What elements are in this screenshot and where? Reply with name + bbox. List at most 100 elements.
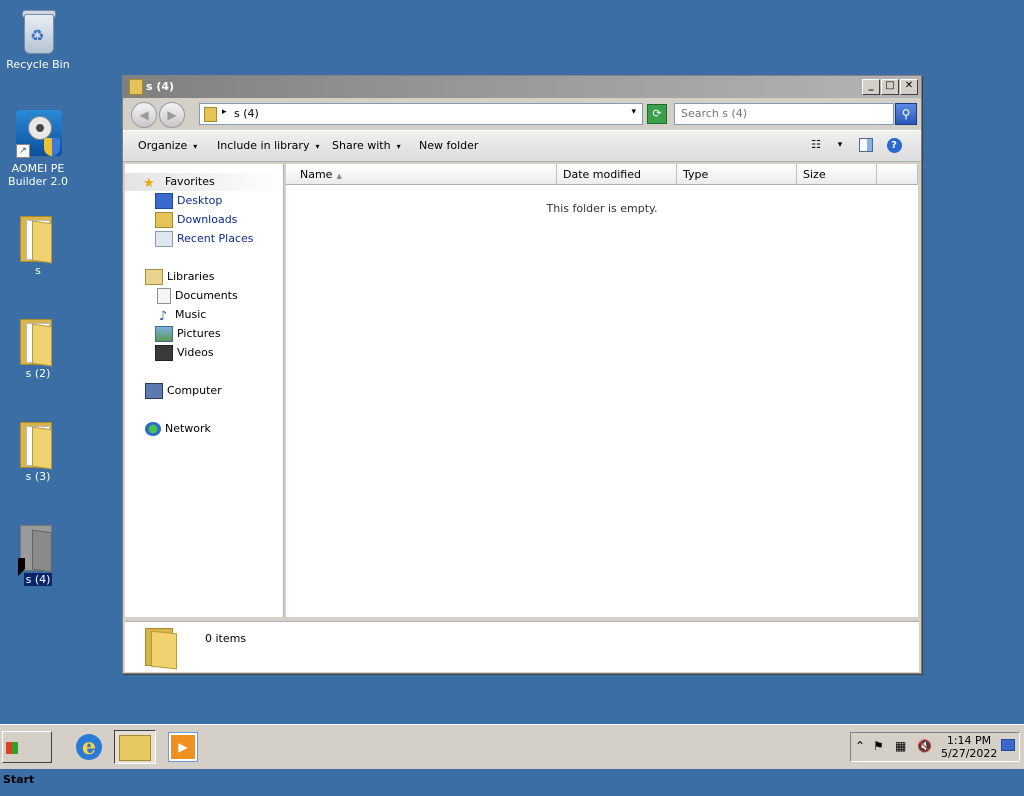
show-desktop-icon[interactable] [1001,739,1015,754]
search-box[interactable] [674,103,894,125]
nav-label: Computer [167,384,222,397]
desktop-icon-folder-s-2[interactable]: s (2) [0,315,76,380]
column-header-name[interactable]: Name ▲ [286,164,557,185]
folder-icon [14,212,62,264]
sort-ascending-icon: ▲ [336,172,342,180]
back-button[interactable]: ◀ [131,102,157,128]
desktop-icon-aomei-pe-builder[interactable]: ↗ AOMEI PE Builder 2.0 [0,110,76,188]
internet-explorer-icon: e [76,734,102,760]
maximize-button[interactable]: □ [881,79,899,95]
search-input[interactable] [675,104,887,122]
organize-label: Organize [138,139,188,152]
file-list: Name ▲ Date modified Type Size This folde… [286,164,918,617]
desktop-icon-folder-s-4[interactable]: s (4) [0,521,76,586]
windows-logo-icon [6,742,18,754]
address-dropdown-icon[interactable]: ▾ [631,107,636,117]
chevron-down-icon: ▾ [396,142,401,151]
desktop-icon-label: Recycle Bin [6,58,70,71]
documents-icon [157,288,171,304]
folder-icon [129,79,143,95]
breadcrumb-item[interactable]: s (4) [234,107,259,120]
nav-label: Favorites [165,175,215,188]
music-icon: ♪ [158,309,168,324]
nav-label: Desktop [177,194,223,207]
nav-libraries[interactable]: Libraries [145,268,215,286]
internet-explorer-button[interactable]: e [68,730,110,764]
nav-favorites[interactable]: ★ Favorites [125,173,283,191]
breadcrumb-separator-icon[interactable]: ▸ [222,107,227,117]
minimize-button[interactable]: _ [862,79,880,95]
navigation-pane: ★ Favorites Desktop Downloads Recent Plac… [125,164,284,617]
desktop-icon-recycle-bin[interactable]: ♻ Recycle Bin [0,6,76,71]
nav-computer[interactable]: Computer [145,382,222,400]
nav-downloads[interactable]: Downloads [155,211,237,229]
folder-icon [14,418,62,470]
nav-label: Music [175,308,207,321]
nav-desktop[interactable]: Desktop [155,192,222,210]
desktop-icon-label: s [35,264,41,277]
recent-places-icon [155,231,173,247]
nav-documents[interactable]: Documents [155,287,238,305]
action-center-flag-icon[interactable]: ⚑ [873,739,884,753]
address-row: ◀ ▶ ▸ s (4) ▾ ⟳ ⚲ [123,98,921,130]
folder-icon [204,107,217,122]
nav-pictures[interactable]: Pictures [155,325,221,343]
column-header-type[interactable]: Type [677,164,797,185]
network-icon [145,422,161,436]
desktop-icon-label: s (2) [25,367,51,380]
star-icon: ★ [143,176,155,191]
column-header-spacer [877,164,918,185]
column-header-date-modified[interactable]: Date modified [557,164,677,185]
title-bar[interactable]: s (4) _ □ ✕ [123,76,921,98]
desktop-icon-folder-s-3[interactable]: s (3) [0,418,76,483]
window-title: s (4) [146,80,175,93]
nav-videos[interactable]: Videos [155,344,214,362]
aomei-pe-builder-icon: ↗ [14,110,62,158]
search-icon[interactable]: ⚲ [895,103,917,125]
command-bar: Organize ▾ Include in library ▾ Share with… [123,130,921,162]
address-bar[interactable]: ▸ s (4) ▾ [199,103,643,125]
nav-label: Pictures [177,327,221,340]
new-folder-button[interactable]: New folder [419,139,478,152]
nav-recent-places[interactable]: Recent Places [155,230,254,248]
include-in-library-button[interactable]: Include in library ▾ [217,139,319,152]
start-button[interactable]: Start [2,731,52,786]
share-with-button[interactable]: Share with ▾ [332,139,401,152]
nav-network[interactable]: Network [145,420,211,438]
chevron-down-icon: ▾ [193,142,198,151]
help-icon[interactable]: ? [885,136,903,154]
chevron-down-icon: ▾ [315,142,320,151]
show-hidden-icons-icon[interactable]: ⌃ [855,739,865,753]
recycle-bin-icon: ♻ [14,6,62,54]
nav-label: Network [165,422,211,435]
desktop-icon-label: Builder 2.0 [8,175,68,188]
pictures-icon [155,326,173,342]
item-count: 0 items [205,632,247,645]
desktop-icon-label: s (3) [25,470,51,483]
refresh-icon[interactable]: ⟳ [647,104,667,124]
volume-muted-icon[interactable]: 🔇 [917,739,932,753]
clock-time: 1:14 PM [946,734,992,747]
desktop-icon-label: s (4) [23,573,53,586]
empty-folder-message: This folder is empty. [546,202,658,215]
forward-button[interactable]: ▶ [159,102,185,128]
downloads-folder-icon [155,212,173,228]
taskbar: Start e ▶ ⌃ ⚑ ▦ 🔇 1:14 PM 5/27/2022 [0,724,1024,786]
desktop-icon [155,193,173,209]
windows-explorer-button[interactable] [114,730,156,764]
clock-date: 5/27/2022 [941,747,998,760]
organize-button[interactable]: Organize ▾ [138,139,197,152]
clock[interactable]: 1:14 PM 5/27/2022 [941,734,997,760]
explorer-window: s (4) _ □ ✕ ◀ ▶ ▸ s (4) ▾ ⟳ ⚲ Organize ▾ … [122,75,922,674]
preview-pane-icon[interactable] [857,136,875,154]
network-tray-icon[interactable]: ▦ [895,739,906,753]
close-button[interactable]: ✕ [900,79,918,95]
desktop-icon-folder-s[interactable]: s [0,212,76,277]
media-player-button[interactable]: ▶ [162,730,204,764]
nav-music[interactable]: ♪ Music [155,306,206,324]
column-header-size[interactable]: Size [797,164,877,185]
chevron-down-icon[interactable]: ▾ [831,136,849,154]
computer-icon [145,383,163,399]
view-options-icon[interactable]: ☷ [807,136,825,154]
windows-explorer-icon [119,735,151,761]
